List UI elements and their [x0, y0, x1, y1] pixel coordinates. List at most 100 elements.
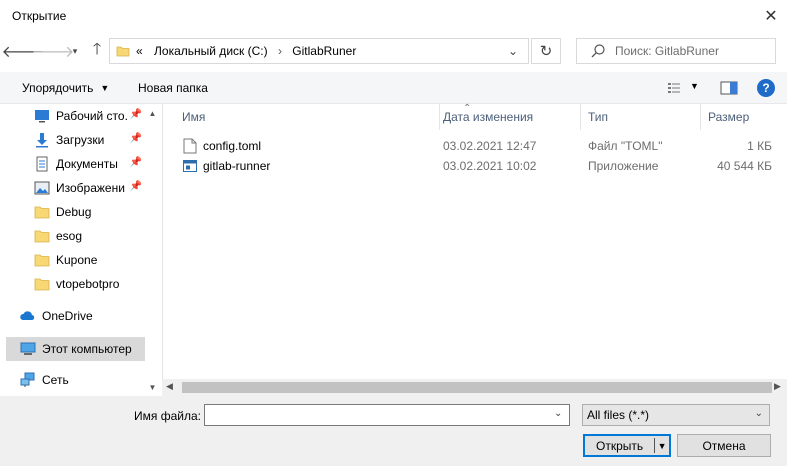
nav-item-pictures[interactable]: Изображени 📌: [20, 177, 145, 199]
folder-icon: [34, 230, 50, 243]
scrollbar-thumb[interactable]: [182, 382, 772, 393]
file-type-selected: All files (*.*): [587, 408, 650, 422]
close-icon[interactable]: ✕: [756, 4, 786, 28]
horizontal-scrollbar[interactable]: ◀ ▶: [162, 379, 787, 396]
nav-scrollbar[interactable]: [145, 104, 160, 396]
documents-icon: [36, 156, 48, 172]
pin-icon: 📌: [129, 157, 142, 168]
cancel-button[interactable]: Отмена: [677, 434, 771, 457]
organize-label: Упорядочить: [22, 81, 94, 95]
address-history-chevron-icon[interactable]: ⌄: [498, 41, 528, 61]
pin-icon: 📌: [129, 133, 142, 144]
view-options-caret-icon[interactable]: ▼: [690, 81, 699, 91]
application-icon: [183, 160, 197, 172]
pin-icon: 📌: [129, 109, 142, 120]
download-arrow-icon: [36, 133, 48, 148]
file-type-select[interactable]: All files (*.*) ⌄: [582, 404, 770, 426]
folder-icon: [34, 278, 50, 291]
nav-item-downloads[interactable]: Загрузки 📌: [20, 129, 145, 151]
search-icon: [591, 44, 605, 58]
scroll-right-icon[interactable]: ▶: [774, 381, 781, 392]
pictures-icon: [34, 181, 50, 195]
column-header-size[interactable]: Размер: [701, 104, 779, 130]
nav-item-network[interactable]: Сеть: [6, 369, 145, 391]
nav-item-label: Документы: [56, 157, 118, 171]
refresh-icon[interactable]: ↻: [531, 38, 561, 64]
scroll-up-icon[interactable]: ▲: [145, 106, 160, 120]
search-box[interactable]: Поиск: GitlabRuner: [576, 38, 776, 64]
nav-item-label: Загрузки: [56, 133, 105, 147]
breadcrumb-local-disk[interactable]: Локальный диск (C:): [154, 44, 268, 58]
caret-down-icon: ▼: [100, 83, 110, 93]
nav-item-this-pc[interactable]: Этот компьютер: [6, 337, 145, 361]
network-icon: [20, 372, 35, 387]
nav-item-label: Изображени: [56, 181, 125, 195]
folder-icon: [116, 46, 130, 57]
table-row[interactable]: gitlab-runner 03.02.2021 10:02 Приложени…: [163, 155, 787, 177]
onedrive-cloud-icon: [20, 311, 35, 320]
nav-item-debug[interactable]: Debug: [20, 201, 145, 223]
nav-item-label: Kupone: [56, 253, 98, 267]
nav-item-label: OneDrive: [42, 309, 93, 323]
nav-item-label: esog: [56, 229, 83, 243]
nav-item-onedrive[interactable]: OneDrive: [6, 305, 145, 327]
open-options-caret-icon[interactable]: ▼: [655, 441, 669, 451]
new-folder-button[interactable]: Новая папка: [138, 81, 208, 95]
filename-history-chevron-icon[interactable]: ⌄: [554, 408, 562, 419]
folder-icon: [34, 206, 50, 219]
address-bar[interactable]: « Локальный диск (C:) › GitlabRuner ⌄: [109, 38, 529, 64]
scroll-down-icon[interactable]: ▼: [145, 380, 160, 394]
organize-button[interactable]: Упорядочить ▼: [22, 81, 109, 95]
computer-icon: [20, 342, 36, 355]
nav-item-documents[interactable]: Документы 📌: [20, 153, 145, 175]
nav-item-kupone[interactable]: Kupone: [20, 249, 145, 271]
help-icon[interactable]: ?: [757, 79, 775, 97]
file-date: 03.02.2021 12:47: [443, 139, 537, 153]
view-details-icon[interactable]: [667, 81, 681, 95]
preview-pane-icon[interactable]: [720, 80, 738, 96]
window-title: Открытие: [12, 9, 67, 23]
nav-item-label: Сеть: [42, 373, 69, 387]
filename-label: Имя файла:: [134, 409, 201, 423]
title-bar: Открытие ✕: [0, 0, 787, 32]
chevron-down-icon: ⌄: [754, 408, 763, 419]
folder-icon: [34, 254, 50, 267]
file-size: 40 544 КБ: [717, 159, 772, 173]
up-arrow-icon[interactable]: 🡑: [86, 40, 108, 62]
breadcrumb-gitlabruner[interactable]: GitlabRuner: [292, 44, 356, 58]
search-input[interactable]: Поиск: GitlabRuner: [615, 44, 719, 58]
file-name: gitlab-runner: [203, 159, 271, 173]
dialog-footer: Имя файла: ⌄ All files (*.*) ⌄ Открыть ▼…: [0, 396, 787, 466]
breadcrumb-overflow[interactable]: «: [136, 44, 143, 58]
column-header-label: Дата изменения: [443, 110, 534, 124]
column-header-type[interactable]: Тип: [581, 104, 701, 130]
desktop-icon: [35, 110, 49, 123]
navigation-pane: Рабочий сто. 📌 Загрузки 📌 Документы 📌 Из…: [0, 104, 160, 396]
forward-arrow-icon[interactable]: 🡒: [32, 40, 75, 62]
nav-item-label: vtopebotpro: [56, 277, 120, 291]
column-header-date[interactable]: Дата изменения: [436, 104, 581, 130]
table-row[interactable]: config.toml 03.02.2021 12:47 Файл "TOML"…: [163, 135, 787, 157]
nav-item-desktop[interactable]: Рабочий сто. 📌: [20, 105, 145, 127]
chevron-right-icon[interactable]: ›: [278, 44, 282, 58]
file-date: 03.02.2021 10:02: [443, 159, 537, 173]
toolbar: Упорядочить ▼ Новая папка ▼ ?: [0, 72, 787, 104]
column-header-name[interactable]: Имя: [175, 104, 440, 130]
filename-input[interactable]: [204, 404, 570, 426]
file-list: Имя ⌃ Дата изменения Тип Размер config.t…: [162, 103, 787, 396]
breadcrumb: « Локальный диск (C:) › GitlabRuner: [136, 44, 356, 58]
file-type: Приложение: [588, 159, 659, 173]
file-size: 1 КБ: [747, 139, 772, 153]
scroll-left-icon[interactable]: ◀: [166, 381, 173, 392]
text-file-icon: [183, 138, 197, 154]
nav-item-label: Рабочий сто.: [56, 109, 128, 123]
column-header-label: Имя: [182, 110, 206, 124]
open-button[interactable]: Открыть ▼: [583, 434, 671, 457]
column-header-label: Тип: [588, 110, 609, 124]
nav-item-esog[interactable]: esog: [20, 225, 145, 247]
nav-item-vtopebotpro[interactable]: vtopebotpro: [20, 273, 145, 295]
open-button-label: Открыть: [596, 438, 644, 453]
recent-locations-chevron-icon[interactable]: ▾: [64, 40, 86, 62]
file-type: Файл "TOML": [588, 139, 663, 153]
column-header-label: Размер: [708, 110, 750, 124]
